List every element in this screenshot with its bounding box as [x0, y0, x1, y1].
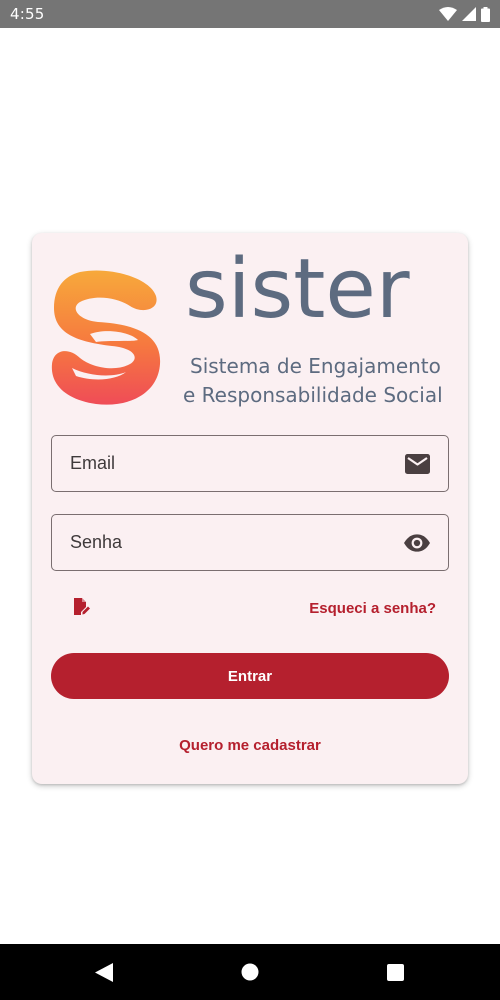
eye-icon[interactable]	[404, 530, 430, 556]
sister-logo: sister Sistema de Engajamento e Responsa…	[50, 249, 450, 413]
register-link[interactable]: Quero me cadastrar	[32, 737, 468, 754]
email-input[interactable]	[70, 436, 404, 491]
password-input[interactable]	[70, 515, 404, 570]
mail-icon	[404, 451, 430, 477]
back-icon[interactable]	[94, 962, 114, 982]
recent-apps-icon[interactable]	[385, 962, 405, 982]
edit-document-icon[interactable]	[72, 598, 90, 621]
navigation-bar	[0, 944, 500, 1000]
status-bar: 4:55	[0, 0, 500, 28]
forgot-password-link[interactable]: Esqueci a senha?	[309, 600, 436, 617]
password-field[interactable]	[51, 514, 449, 571]
logo-mark-icon	[51, 270, 161, 405]
login-card: sister Sistema de Engajamento e Responsa…	[32, 233, 468, 784]
home-icon[interactable]	[240, 962, 260, 982]
logo-tagline-line1: Sistema de Engajamento	[190, 354, 441, 378]
signal-icon	[462, 7, 476, 21]
status-icons	[439, 6, 490, 22]
logo-tagline-line2: e Responsabilidade Social	[183, 383, 443, 407]
email-field[interactable]	[51, 435, 449, 492]
status-time: 4:55	[10, 5, 45, 23]
wifi-icon	[439, 7, 457, 21]
enter-button[interactable]: Entrar	[51, 653, 449, 699]
battery-icon	[481, 6, 490, 22]
logo-wordmark: sister	[185, 242, 410, 337]
